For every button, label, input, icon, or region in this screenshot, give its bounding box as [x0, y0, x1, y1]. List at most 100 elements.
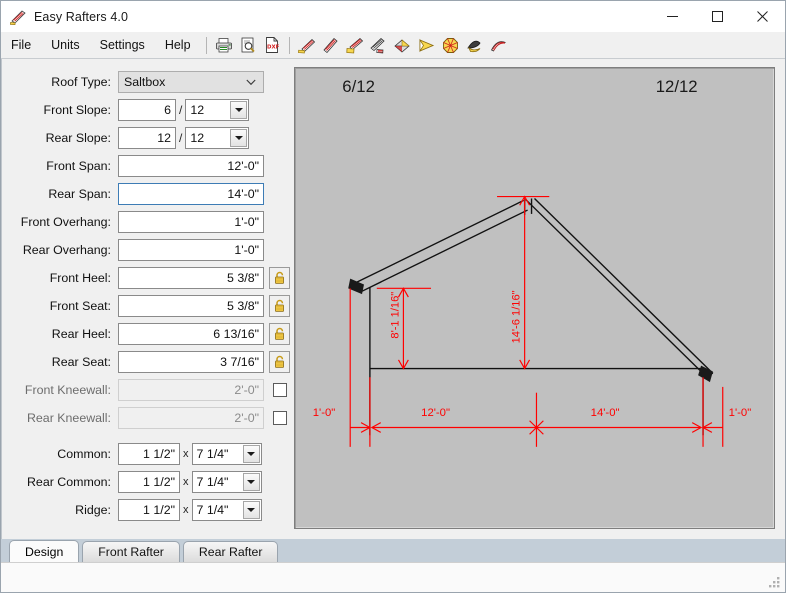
rear-heel-label: Rear Heel: [51, 327, 111, 341]
octagon-roof-icon [443, 37, 458, 53]
front-span-input[interactable]: 12'-0" [118, 155, 264, 177]
front-slope-run-dropdown-arrow[interactable] [230, 101, 248, 119]
rear-heel-input[interactable]: 6 13/16" [118, 323, 264, 345]
ridge-depth-dropdown-arrow[interactable] [242, 501, 260, 519]
front-heel-input[interactable]: 5 3/8" [118, 267, 264, 289]
rear-common-depth-value: 7 1/4" [196, 475, 229, 489]
window-controls [650, 1, 785, 32]
front-slope-rise-input[interactable]: 6 [118, 99, 176, 121]
front-kneewall-checkbox[interactable] [273, 383, 287, 397]
common-label: Common: [57, 447, 111, 461]
unlocked-padlock-icon [275, 327, 284, 340]
unlocked-padlock-icon [275, 271, 284, 284]
menu-file[interactable]: File [2, 35, 40, 56]
rear-common-depth-dropdown-arrow[interactable] [242, 473, 260, 491]
ridge-depth-select[interactable]: 7 1/4" [191, 499, 262, 521]
cone-roof-icon [467, 40, 481, 52]
dimension-lines [349, 195, 724, 447]
rear-slope-run-dropdown-arrow[interactable] [230, 129, 248, 147]
rear-overhang-input[interactable]: 1'-0" [118, 239, 264, 261]
maximize-icon [712, 11, 723, 22]
unlocked-padlock-icon [275, 355, 284, 368]
hip-rafter-button[interactable] [320, 34, 342, 56]
front-slope-run-value: 12 [190, 103, 205, 117]
common-depth-dropdown-arrow[interactable] [242, 445, 260, 463]
front-overhang-input[interactable]: 1'-0" [118, 211, 264, 233]
rafter-red-icon [298, 38, 316, 53]
jack-rafter-button[interactable] [368, 34, 390, 56]
rear-seat-input[interactable]: 3 7/16" [118, 351, 264, 373]
minimize-button[interactable] [650, 1, 695, 32]
rear-span-label: Rear Span: [48, 187, 111, 201]
front-overhang-dim: 1'-0" [313, 407, 336, 419]
rear-slope-separator: / [179, 131, 183, 145]
front-seat-lock-button[interactable] [269, 295, 290, 317]
rear-kneewall-row: Rear Kneewall: 2'-0" [2, 406, 290, 430]
front-overhang-row: Front Overhang: 1'-0" [2, 210, 290, 234]
resize-grip-icon[interactable] [768, 576, 781, 589]
common-width-input[interactable]: 1 1/2" [118, 443, 180, 465]
print-preview-button[interactable] [237, 34, 259, 56]
roof-type-select[interactable]: Saltbox [118, 71, 264, 93]
tab-rear-rafter[interactable]: Rear Rafter [182, 541, 279, 562]
roof-section-drawing: 6/12 12/12 8'-1 1/16" 14'-6 1/16" 12'-0"… [313, 77, 752, 447]
rafter-yellow-icon [346, 37, 364, 53]
front-seat-label: Front Seat: [49, 299, 111, 313]
front-span-row: Front Span: 12'-0" [2, 154, 290, 178]
menu-toolbar-row: File Units Settings Help DXF [1, 32, 785, 59]
ridge-width-input[interactable]: 1 1/2" [118, 499, 180, 521]
rear-overhang-label: Rear Overhang: [22, 243, 111, 257]
ridge-label: Ridge: [75, 503, 111, 517]
front-kneewall-input: 2'-0" [118, 379, 264, 401]
main-content: Roof Type: Saltbox Front Slope: 6 / 12 R… [1, 59, 785, 539]
cone-roof-button[interactable] [464, 34, 486, 56]
menu-help[interactable]: Help [156, 35, 200, 56]
protractor-icon [419, 38, 435, 52]
rear-kneewall-checkbox[interactable] [273, 411, 287, 425]
curved-rafter-button[interactable] [488, 34, 510, 56]
print-button[interactable] [213, 34, 235, 56]
rear-seat-lock-button[interactable] [269, 351, 290, 373]
front-seat-input[interactable]: 5 3/8" [118, 295, 264, 317]
rear-slope-row: Rear Slope: 12 / 12 [2, 126, 290, 150]
front-span-dim: 12'-0" [421, 407, 450, 419]
front-heel-lock-button[interactable] [269, 267, 290, 289]
front-slope-run-select[interactable]: 12 [185, 99, 250, 121]
rafter-icon [10, 9, 26, 25]
title-bar: Easy Rafters 4.0 [1, 1, 785, 32]
roof-plan-button[interactable] [392, 34, 414, 56]
valley-rafter-button[interactable] [344, 34, 366, 56]
menu-settings[interactable]: Settings [91, 35, 154, 56]
roof-type-row: Roof Type: Saltbox [2, 70, 290, 94]
close-button[interactable] [740, 1, 785, 32]
rear-common-width-input[interactable]: 1 1/2" [118, 471, 180, 493]
rear-slope-label: Rear Slope: [45, 131, 111, 145]
tab-front-rafter[interactable]: Front Rafter [82, 541, 180, 562]
common-row: Common: 1 1/2" x 7 1/4" [2, 442, 290, 466]
toolbar-separator [205, 36, 207, 54]
rear-common-row: Rear Common: 1 1/2" x 7 1/4" [2, 470, 290, 494]
maximize-button[interactable] [695, 1, 740, 32]
rear-pitch-label: 12/12 [656, 77, 698, 96]
rear-common-depth-select[interactable]: 7 1/4" [191, 471, 262, 493]
rear-slope-run-select[interactable]: 12 [185, 127, 250, 149]
roof-drawing-panel[interactable]: 6/12 12/12 8'-1 1/16" 14'-6 1/16" 12'-0"… [294, 67, 775, 529]
octagon-tool-button[interactable] [440, 34, 462, 56]
common-separator: x [183, 448, 189, 460]
menu-units[interactable]: Units [42, 35, 88, 56]
front-overhang-label: Front Overhang: [20, 215, 111, 229]
rear-span-input[interactable]: 14'-0" [118, 183, 264, 205]
angle-tool-button[interactable] [416, 34, 438, 56]
common-rafter-button[interactable] [296, 34, 318, 56]
roof-type-value: Saltbox [124, 75, 166, 89]
export-dxf-button[interactable]: DXF [261, 34, 283, 56]
rear-slope-rise-input[interactable]: 12 [118, 127, 176, 149]
front-slope-label: Front Slope: [43, 103, 112, 117]
rear-heel-lock-button[interactable] [269, 323, 290, 345]
close-icon [757, 11, 768, 22]
rear-seat-label: Rear Seat: [51, 355, 111, 369]
front-slope-separator: / [179, 103, 183, 117]
tab-design[interactable]: Design [9, 540, 80, 562]
rear-overhang-dim: 1'-0" [729, 407, 752, 419]
common-depth-select[interactable]: 7 1/4" [191, 443, 262, 465]
